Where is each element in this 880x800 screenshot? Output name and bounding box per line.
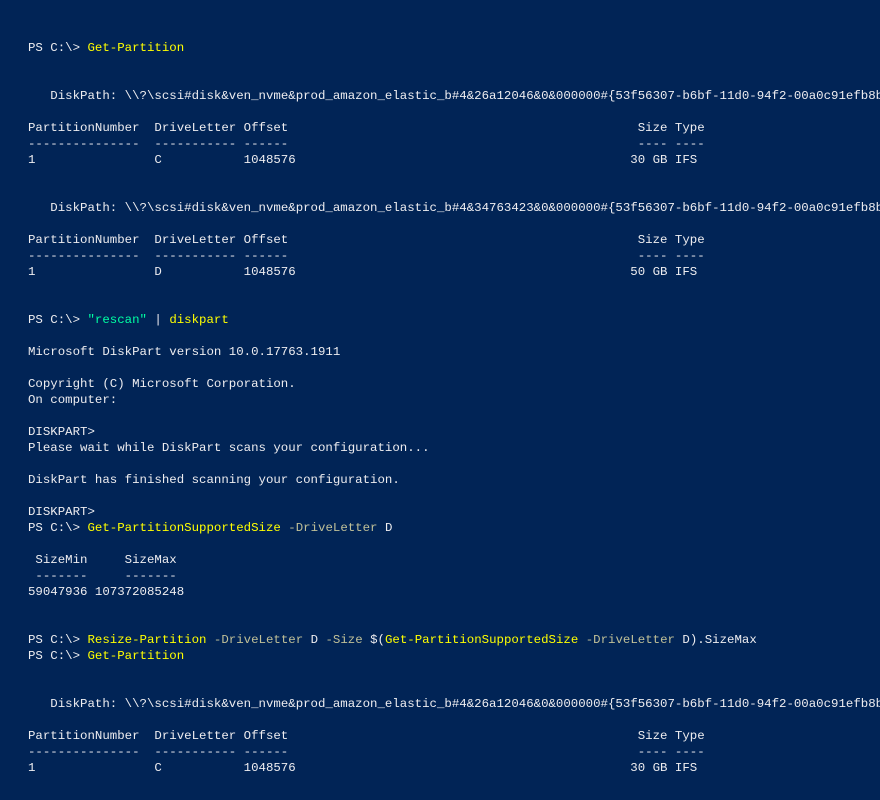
partition-rule: --------------- ----------- ------ ---- … [28,137,705,151]
partition-row-c-30: 1 C 1048576 30 GB IFS [28,761,697,775]
cmd-get-partition-1: Get-Partition [88,41,185,55]
diskpath-2: \\?\scsi#disk&ven_nvme&prod_amazon_elast… [125,201,880,215]
diskpath-label: DiskPath: [28,89,125,103]
param-size: -Size [318,633,370,647]
cmd-get-supported-size: Get-PartitionSupportedSize [88,521,281,535]
param-driveletter: -DriveLetter [578,633,682,647]
subexpr-open: $( [370,633,385,647]
cmd-get-supported-size-inline: Get-PartitionSupportedSize [385,633,578,647]
drive-d: D [682,633,689,647]
size-rule: ------- ------- [28,569,177,583]
diskpath-1: \\?\scsi#disk&ven_nvme&prod_amazon_elast… [125,697,880,711]
partition-rule: --------------- ----------- ------ ---- … [28,249,705,263]
partition-header: PartitionNumber DriveLetter Offset Size … [28,729,705,743]
diskpart-version: Microsoft DiskPart version 10.0.17763.19… [28,345,340,359]
ps-prompt: PS C:\> [28,313,88,327]
partition-row-d-50: 1 D 1048576 50 GB IFS [28,265,697,279]
diskpart-copyright: Copyright (C) Microsoft Corporation. [28,377,296,391]
partition-row-c-30: 1 C 1048576 30 GB IFS [28,153,697,167]
diskpath-label: DiskPath: [28,201,125,215]
diskpart-computer: On computer: [28,393,117,407]
cmd-resize-partition: Resize-Partition [88,633,207,647]
diskpart-wait: Please wait while DiskPart scans your co… [28,441,430,455]
size-row: 59047936 107372085248 [28,585,184,599]
pipe: | [147,313,169,327]
cmd-diskpart: diskpart [169,313,229,327]
console-output: PS C:\> Get-Partition DiskPath: \\?\scsi… [28,40,852,800]
param-driveletter: -DriveLetter [206,633,310,647]
drive-d: D [311,633,318,647]
diskpath-1: \\?\scsi#disk&ven_nvme&prod_amazon_elast… [125,89,880,103]
ps-prompt: PS C:\> [28,41,88,55]
diskpart-prompt: DISKPART> [28,505,95,519]
cmd-get-partition-2: Get-Partition [88,649,185,663]
param-driveletter: -DriveLetter [281,521,385,535]
cmd-rescan-string: "rescan" [88,313,148,327]
partition-header: PartitionNumber DriveLetter Offset Size … [28,233,705,247]
partition-header: PartitionNumber DriveLetter Offset Size … [28,121,705,135]
powershell-console[interactable]: PS C:\> Get-Partition DiskPath: \\?\scsi… [0,0,880,800]
size-header: SizeMin SizeMax [28,553,177,567]
ps-prompt: PS C:\> [28,521,88,535]
drive-d: D [385,521,392,535]
partition-rule: --------------- ----------- ------ ---- … [28,745,705,759]
diskpart-prompt: DISKPART> [28,425,95,439]
ps-prompt: PS C:\> [28,649,88,663]
subexpr-close: ).SizeMax [690,633,757,647]
ps-prompt: PS C:\> [28,633,88,647]
diskpart-done: DiskPart has finished scanning your conf… [28,473,400,487]
diskpath-label: DiskPath: [28,697,125,711]
